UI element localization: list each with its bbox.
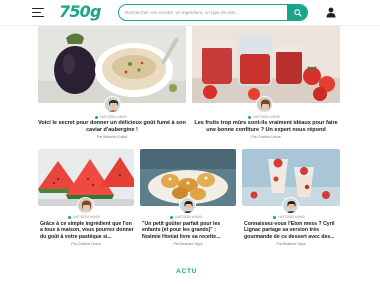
article-image[interactable] xyxy=(38,26,186,103)
author-avatar xyxy=(77,197,94,214)
section-heading: ACTU xyxy=(176,268,198,275)
article-date: 14/07/2024 à 8h00 xyxy=(95,115,127,119)
search-bar xyxy=(118,4,308,21)
author-avatar xyxy=(179,197,196,214)
article-title[interactable]: Grâce à ce simple ingrédient que l'on a … xyxy=(40,221,134,240)
search-button[interactable] xyxy=(287,5,307,20)
article-image[interactable] xyxy=(192,26,340,103)
site-logo[interactable]: 750g xyxy=(59,2,101,21)
article-card[interactable]: 14/07/2024 à 6h00 "Un petit goûter parfa… xyxy=(140,149,236,261)
article-card[interactable]: 14/07/2024 à 8h00 Voici le secret pour d… xyxy=(38,26,186,146)
article-title[interactable]: "Un petit goûter parfait pour les enfant… xyxy=(142,221,236,240)
search-input[interactable] xyxy=(125,6,285,19)
article-author: Par Mélanie Guillot xyxy=(96,135,128,139)
author-avatar xyxy=(104,96,121,113)
author-avatar xyxy=(282,197,299,214)
article-title[interactable]: Connaissez-vous l'Eton mess ? Cyril Lign… xyxy=(244,221,340,240)
author-avatar xyxy=(256,96,273,113)
search-icon xyxy=(293,8,302,17)
hamburger-menu-icon[interactable] xyxy=(32,8,44,17)
article-card[interactable]: 14/07/2024 à 8h00 Les fruits trop mûrs s… xyxy=(192,26,340,146)
article-card[interactable]: 14/07/2024 à 6h00 Connaissez-vous l'Eton… xyxy=(242,149,340,261)
user-icon[interactable] xyxy=(325,6,337,18)
article-title[interactable]: Les fruits trop mûrs sont-ils vraiment i… xyxy=(192,120,340,134)
article-author: Par Béatrice Vigot xyxy=(276,242,306,246)
article-title[interactable]: Voici le secret pour donner un délicieux… xyxy=(38,120,186,134)
article-card[interactable]: 14/07/2024 à 6h00 Grâce à ce simple ingr… xyxy=(38,149,134,261)
article-author: Par Cristina Lièvre xyxy=(71,242,101,246)
article-date: 14/07/2024 à 6h00 xyxy=(170,215,202,219)
article-date: 14/07/2024 à 6h00 xyxy=(68,215,100,219)
article-date: 14/07/2024 à 6h00 xyxy=(273,215,305,219)
article-author: Par Cristina Lièvre xyxy=(251,135,281,139)
article-author: Par Béatrice Vigot xyxy=(173,242,203,246)
article-date: 14/07/2024 à 8h00 xyxy=(248,115,280,119)
site-header: 750g xyxy=(0,0,380,26)
